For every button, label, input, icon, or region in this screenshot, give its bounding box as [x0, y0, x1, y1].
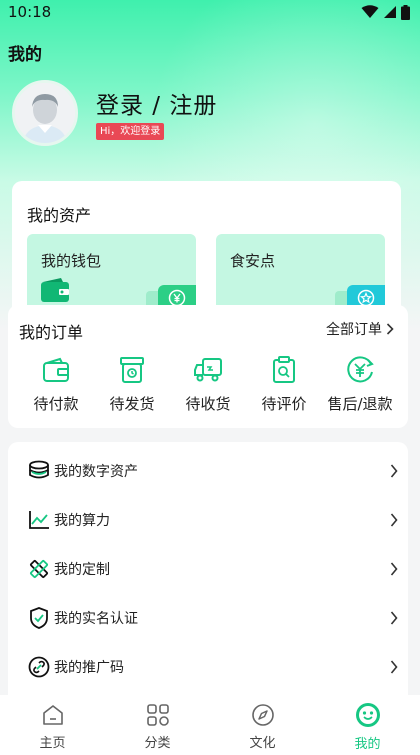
- wallet-tile-label: 我的钱包: [41, 252, 102, 270]
- order-pending-shipment[interactable]: 待发货: [94, 355, 170, 414]
- order-pending-payment[interactable]: 待付款: [18, 355, 94, 414]
- home-icon: [42, 705, 63, 725]
- order-pending-review[interactable]: 待评价: [246, 355, 322, 414]
- tools-icon: [30, 559, 48, 578]
- compass-icon: [251, 704, 274, 726]
- wallet-tile[interactable]: 我的钱包: [27, 234, 196, 311]
- menu-referral-code-label: 我的推广码: [54, 659, 124, 676]
- wallet-icon: [41, 278, 69, 302]
- order-pending-payment-label: 待付款: [33, 395, 79, 413]
- wallet-icon: [43, 357, 69, 382]
- tab-category-label: 分类: [144, 736, 171, 751]
- face-icon: [355, 703, 380, 727]
- link-icon: [28, 656, 50, 677]
- signal-icon: [384, 6, 396, 18]
- menu-digital-assets-label: 我的数字资产: [54, 463, 138, 480]
- food-safety-points-tile[interactable]: 食安点: [216, 234, 385, 311]
- chart-icon: [29, 510, 49, 529]
- chevron-right-icon: [390, 463, 398, 478]
- chevron-right-icon: [390, 659, 398, 674]
- menu-referral-code[interactable]: 我的推广码: [8, 642, 408, 691]
- tab-home[interactable]: 主页: [0, 695, 105, 755]
- status-icons: [361, 4, 410, 20]
- all-orders-link[interactable]: 全部订单: [326, 319, 394, 339]
- tab-home-label: 主页: [39, 736, 66, 751]
- order-after-sales-label: 售后/退款: [327, 395, 393, 413]
- grid-icon: [146, 704, 169, 726]
- status-bar: 10:18: [0, 0, 420, 24]
- menu-real-name-verification-label: 我的实名认证: [54, 610, 138, 627]
- order-pending-review-label: 待评价: [261, 395, 307, 413]
- package-icon: [120, 357, 144, 383]
- login-register-link[interactable]: 登录 / 注册: [96, 86, 217, 120]
- bottom-tab-bar: 主页 分类 文化 我的: [0, 695, 420, 755]
- chevron-right-icon: [390, 610, 398, 625]
- menu-customization[interactable]: 我的定制: [8, 544, 408, 593]
- tab-culture[interactable]: 文化: [210, 695, 315, 755]
- menu-real-name-verification[interactable]: 我的实名认证: [8, 593, 408, 642]
- avatar[interactable]: [12, 80, 78, 146]
- menu-customization-label: 我的定制: [54, 561, 110, 578]
- order-pending-shipment-label: 待发货: [109, 395, 155, 413]
- chevron-right-icon: [386, 323, 394, 335]
- tab-mine-label: 我的: [354, 737, 381, 752]
- order-pending-receipt[interactable]: 待收货: [170, 355, 246, 414]
- review-icon: [273, 356, 295, 383]
- welcome-badge: Hi，欢迎登录: [96, 123, 165, 140]
- truck-icon: [194, 358, 222, 382]
- food-safety-points-label: 食安点: [230, 252, 276, 270]
- orders-card: 我的订单 全部订单 待付款 待发货 待收货 待评价 售后/退款: [8, 305, 408, 428]
- battery-icon: [401, 4, 410, 20]
- menu-card: 我的数字资产 我的算力 我的定制 我的实名认证 我的推广码: [8, 442, 408, 702]
- page-title: 我的: [8, 45, 42, 65]
- orders-title: 我的订单: [19, 323, 84, 342]
- tab-culture-label: 文化: [249, 736, 276, 751]
- menu-digital-assets[interactable]: 我的数字资产: [8, 446, 408, 495]
- wifi-icon: [361, 5, 379, 18]
- all-orders-label: 全部订单: [326, 322, 382, 338]
- chevron-right-icon: [390, 512, 398, 527]
- chevron-right-icon: [390, 561, 398, 576]
- order-pending-receipt-label: 待收货: [185, 395, 231, 413]
- refund-icon: [347, 356, 374, 383]
- tab-mine[interactable]: 我的: [315, 695, 420, 755]
- menu-computing-power-label: 我的算力: [54, 512, 110, 529]
- tab-category[interactable]: 分类: [105, 695, 210, 755]
- coins-icon: [29, 460, 49, 478]
- status-time: 10:18: [8, 3, 52, 21]
- user-avatar-icon: [15, 83, 75, 143]
- order-after-sales[interactable]: 售后/退款: [322, 355, 398, 414]
- menu-computing-power[interactable]: 我的算力: [8, 495, 408, 544]
- assets-title: 我的资产: [27, 206, 92, 225]
- shield-check-icon: [30, 606, 48, 629]
